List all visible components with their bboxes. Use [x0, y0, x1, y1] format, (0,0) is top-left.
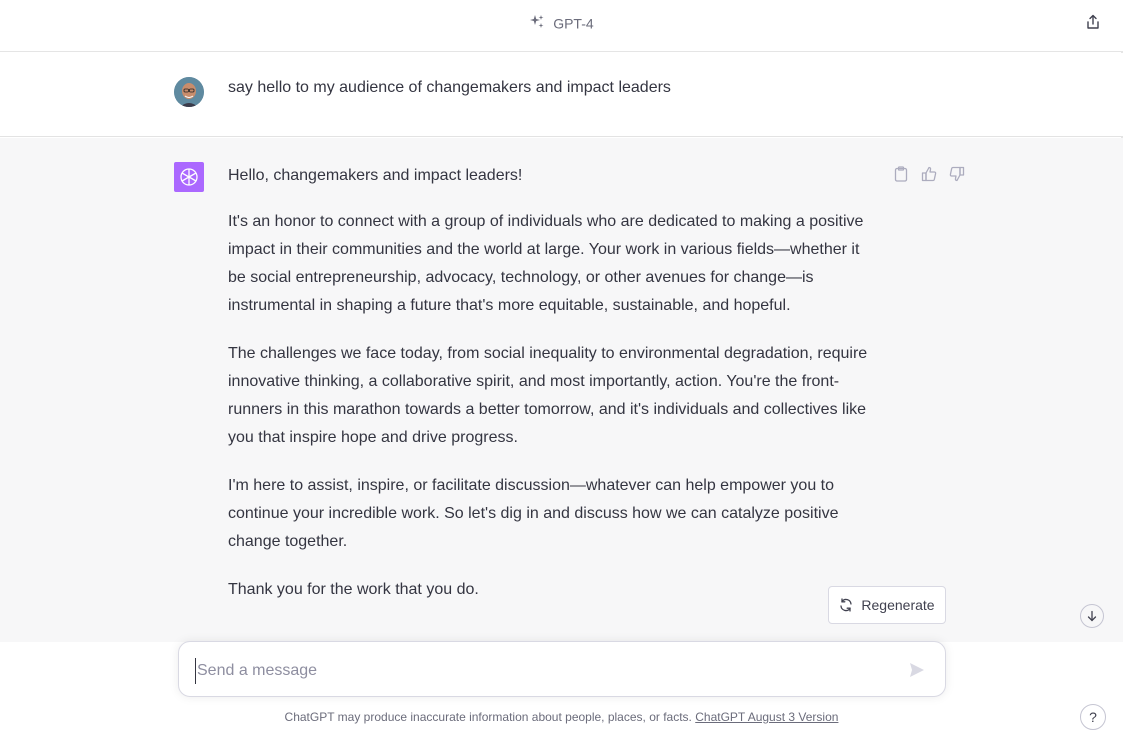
openai-logo-icon — [174, 162, 204, 192]
assistant-message-row: Hello, changemakers and impact leaders! … — [0, 138, 1123, 642]
thumbs-down-icon[interactable] — [949, 166, 965, 182]
assistant-paragraph: It's an honor to connect with a group of… — [228, 213, 864, 314]
assistant-paragraph: Hello, changemakers and impact leaders! — [228, 167, 523, 184]
disclaimer-text: ChatGPT may produce inaccurate informati… — [284, 710, 692, 724]
user-avatar — [174, 77, 204, 107]
help-icon: ? — [1089, 709, 1097, 725]
model-label: GPT-4 — [553, 15, 594, 32]
top-bar: GPT-4 — [0, 0, 1123, 52]
version-link[interactable]: ChatGPT August 3 Version — [695, 710, 838, 724]
help-button[interactable]: ? — [1080, 704, 1106, 730]
assistant-paragraph: Thank you for the work that you do. — [228, 581, 479, 598]
send-icon — [910, 663, 924, 677]
share-icon[interactable] — [1083, 12, 1103, 32]
user-message-text: say hello to my audience of changemakers… — [228, 79, 671, 96]
sparkles-icon — [529, 14, 545, 33]
assistant-paragraph: I'm here to assist, inspire, or facilita… — [228, 477, 839, 550]
refresh-icon — [839, 598, 853, 612]
footer-disclaimer: ChatGPT may produce inaccurate informati… — [0, 710, 1123, 724]
scroll-down-button[interactable] — [1080, 604, 1104, 628]
message-composer — [178, 641, 946, 697]
assistant-message: Hello, changemakers and impact leaders! … — [228, 164, 873, 624]
regenerate-label: Regenerate — [861, 597, 935, 613]
model-indicator: GPT-4 — [0, 14, 1123, 33]
send-button[interactable] — [907, 660, 927, 680]
assistant-paragraph: The challenges we face today, from socia… — [228, 345, 868, 446]
message-actions — [893, 166, 965, 182]
arrow-down-icon — [1087, 610, 1097, 622]
thumbs-up-icon[interactable] — [921, 166, 937, 182]
regenerate-button[interactable]: Regenerate — [828, 586, 946, 624]
user-message-row: say hello to my audience of changemakers… — [0, 53, 1123, 137]
copy-icon[interactable] — [893, 166, 909, 182]
message-input[interactable] — [195, 658, 889, 684]
